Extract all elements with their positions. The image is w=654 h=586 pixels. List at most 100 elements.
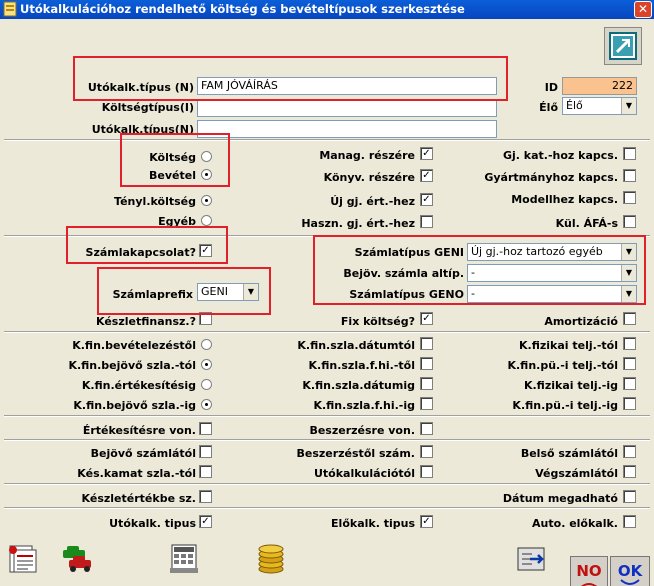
haszn-gj-checkbox[interactable] xyxy=(420,215,433,228)
amortizacio-label: Amortizáció xyxy=(544,315,618,328)
belso-szamlatol-checkbox[interactable] xyxy=(623,445,636,458)
beszerzestol-checkbox[interactable] xyxy=(420,445,433,458)
kfin-bevetelezestol-radio[interactable] xyxy=(201,339,212,350)
utokalk-tipus2-input[interactable] xyxy=(197,120,497,138)
divider xyxy=(4,483,650,485)
elo-dropdown[interactable]: Élő ▼ xyxy=(562,97,637,115)
calculator-button[interactable] xyxy=(166,540,204,578)
title-bar: Utókalkulációhoz rendelhető költség és b… xyxy=(0,0,654,19)
kfin-pu-ig-checkbox[interactable] xyxy=(623,397,636,410)
vegszamlatol-label: Végszámlától xyxy=(535,467,618,480)
kfin-pu-tol-label: K.fin.pü.-i telj.-tól xyxy=(507,359,618,372)
divider xyxy=(4,331,650,333)
vegszamlatol-checkbox[interactable] xyxy=(623,465,636,478)
export-button[interactable] xyxy=(512,540,550,578)
gj-kat-label: Gj. kat.-hoz kapcs. xyxy=(502,149,618,162)
fix-koltseg-checkbox[interactable]: ✓ xyxy=(420,312,433,325)
divider xyxy=(4,415,650,417)
koltsegtipus-label: Költségtípus(I) xyxy=(101,101,194,114)
vehicle-button[interactable] xyxy=(58,540,96,578)
elokalk-tipus-checkbox[interactable]: ✓ xyxy=(420,515,433,528)
kfin-ertekesitesig-label: K.fin.értékesítésig xyxy=(81,379,196,392)
uj-gj-label: Új gj. ért.-hez xyxy=(330,195,415,208)
highlight-box xyxy=(73,56,508,101)
coins-button[interactable] xyxy=(252,540,290,578)
haszn-gj-label: Haszn. gj. ért.-hez xyxy=(301,217,415,230)
konyv-checkbox[interactable]: ✓ xyxy=(420,169,433,182)
highlight-box xyxy=(120,133,230,187)
tenyl-koltseg-radio[interactable] xyxy=(201,195,212,206)
gyartmany-label: Gyártmányhoz kapcs. xyxy=(484,171,618,184)
ertekesitesre-checkbox[interactable] xyxy=(199,422,212,435)
ok-button[interactable]: OK xyxy=(610,556,650,586)
kfin-ertekesitesig-radio[interactable] xyxy=(201,379,212,390)
kul-afa-checkbox[interactable] xyxy=(623,215,636,228)
highlight-box xyxy=(313,235,646,305)
edit-icon xyxy=(609,32,637,60)
kfin-szla-datumtol-checkbox[interactable] xyxy=(420,337,433,350)
beszerzesre-checkbox[interactable] xyxy=(420,422,433,435)
kfin-szla-fhi-ig-label: K.fin.szla.f.hi.-ig xyxy=(313,399,415,412)
kes-kamat-label: Kés.kamat szla.-tól xyxy=(77,467,196,480)
amortizacio-checkbox[interactable] xyxy=(623,312,636,325)
ertekesitesre-label: Értékesítésre von. xyxy=(82,424,196,437)
id-label: ID xyxy=(544,81,558,94)
kes-kamat-checkbox[interactable] xyxy=(199,465,212,478)
egyeb-radio[interactable] xyxy=(201,215,212,226)
kfin-bejovo-tol-radio[interactable] xyxy=(201,359,212,370)
edit-button[interactable] xyxy=(604,27,642,65)
kfin-bejovo-ig-radio[interactable] xyxy=(201,399,212,410)
keszletertekbe-checkbox[interactable] xyxy=(199,490,212,503)
elo-label: Élő xyxy=(539,101,558,114)
manag-label: Manag. részére xyxy=(319,149,415,162)
print-button[interactable] xyxy=(4,540,42,578)
bejovo-szamlatol-label: Bejövő számlától xyxy=(90,447,196,460)
no-button[interactable]: NO xyxy=(570,556,608,586)
utokalk-tipus-checkbox[interactable]: ✓ xyxy=(199,515,212,528)
highlight-box xyxy=(97,267,271,315)
konyv-label: Könyv. részére xyxy=(323,171,415,184)
kfin-bejovo-ig-label: K.fin.bejövő szla.-ig xyxy=(73,399,196,412)
highlight-box xyxy=(66,226,228,264)
bejovo-szamlatol-checkbox[interactable] xyxy=(199,445,212,458)
elokalk-tipus-label: Előkalk. tipus xyxy=(331,517,415,530)
spreadsheet-icon xyxy=(170,544,198,573)
kfin-szla-fhi-tol-checkbox[interactable] xyxy=(420,357,433,370)
belso-szamlatol-label: Belső számlától xyxy=(520,447,618,460)
kul-afa-label: Kül. ÁFÁ-s xyxy=(555,217,618,230)
kfin-szla-fhi-tol-label: K.fin.szla.f.hi.-től xyxy=(308,359,415,372)
kfizikai-tol-checkbox[interactable] xyxy=(623,337,636,350)
datum-megadhato-label: Dátum megadható xyxy=(502,492,618,505)
kfizikai-tol-label: K.fizikai telj.-tól xyxy=(519,339,618,352)
datum-megadhato-checkbox[interactable] xyxy=(623,490,636,503)
koltsegtipus-input[interactable] xyxy=(197,99,497,117)
manag-checkbox[interactable]: ✓ xyxy=(420,147,433,160)
gyartmany-checkbox[interactable] xyxy=(623,169,636,182)
happy-face-icon xyxy=(620,579,640,585)
id-field: 222 xyxy=(562,77,637,95)
ok-label: OK xyxy=(617,562,643,580)
divider xyxy=(4,139,650,141)
uj-gj-checkbox[interactable]: ✓ xyxy=(420,193,433,206)
kfin-szla-datumig-checkbox[interactable] xyxy=(420,377,433,390)
export-arrow-icon xyxy=(517,547,545,571)
utokalk-tipus-cb-label: Utókalk. tipus xyxy=(109,517,196,530)
gj-kat-checkbox[interactable] xyxy=(623,147,636,160)
app-icon xyxy=(3,1,17,17)
kfin-pu-ig-label: K.fin.pü.-i telj.-ig xyxy=(512,399,618,412)
kfin-bevetelezestol-label: K.fin.bevételezéstől xyxy=(72,339,196,352)
kfin-szla-fhi-ig-checkbox[interactable] xyxy=(420,397,433,410)
modell-checkbox[interactable] xyxy=(623,191,636,204)
no-label: NO xyxy=(576,562,602,580)
kfin-bejovo-tol-label: K.fin.bejövő szla.-tól xyxy=(68,359,196,372)
close-button[interactable]: ✕ xyxy=(634,1,652,18)
fix-koltseg-label: Fix költség? xyxy=(340,315,415,328)
cars-icon xyxy=(63,546,91,572)
auto-elokalk-checkbox[interactable] xyxy=(623,515,636,528)
kfizikai-ig-checkbox[interactable] xyxy=(623,377,636,390)
chevron-down-icon[interactable]: ▼ xyxy=(621,98,636,114)
kfin-pu-tol-checkbox[interactable] xyxy=(623,357,636,370)
form-body: Utókalk.típus (N) FAM JÓVÁÍRÁS Költségtí… xyxy=(0,19,654,586)
utokalkulaciotol-checkbox[interactable] xyxy=(420,465,433,478)
utokalkulaciotol-label: Utókalkulációtól xyxy=(313,467,415,480)
